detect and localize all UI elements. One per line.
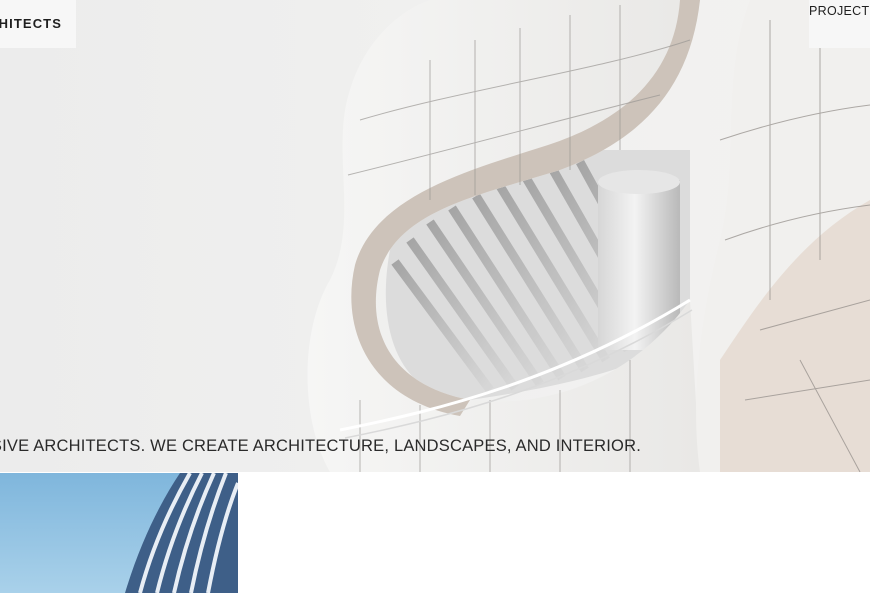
nav-bar: PROJECTS xyxy=(809,0,870,48)
hero-architecture-image xyxy=(0,0,870,472)
brand-name[interactable]: ARCHITECTS xyxy=(0,16,62,31)
hero-tagline: COMPREHENSIVE ARCHITECTS. WE CREATE ARCH… xyxy=(0,437,641,455)
nav-link-projects[interactable]: PROJECTS xyxy=(809,4,870,18)
building-facade-image xyxy=(0,473,238,593)
brand-logo-box[interactable]: ARCHITECTS xyxy=(0,0,76,48)
project-thumbnail[interactable] xyxy=(0,473,238,593)
hero-section: ARCHITECTS PROJECTS COMPREHENSIVE ARCHIT… xyxy=(0,0,870,472)
